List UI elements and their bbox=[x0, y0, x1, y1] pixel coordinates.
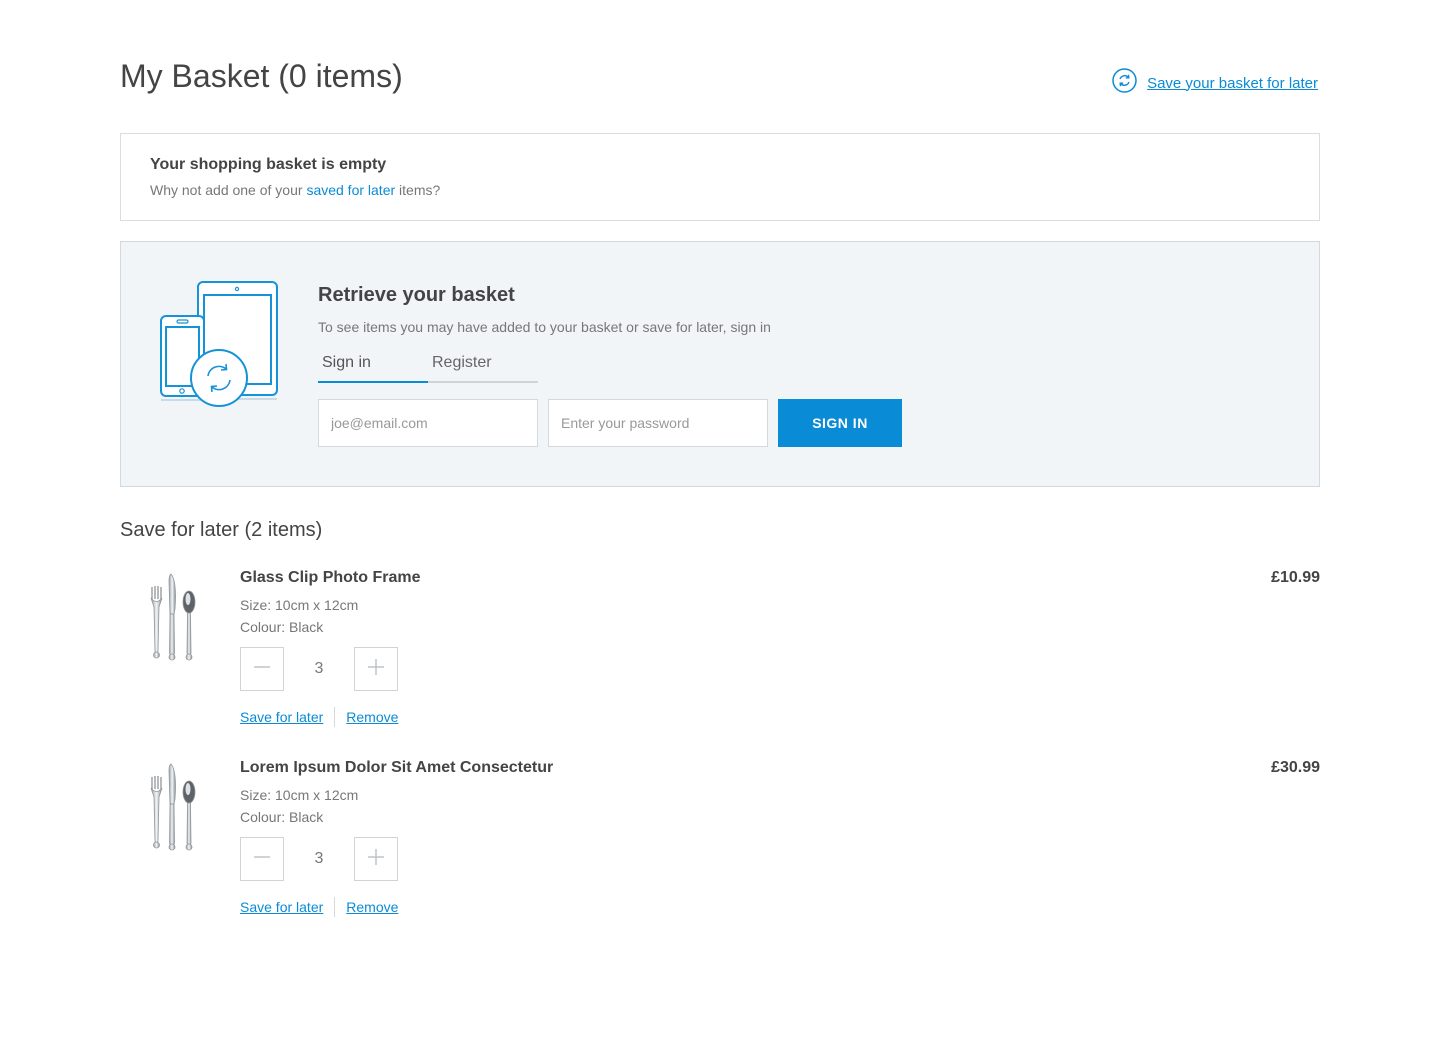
save-for-later-link[interactable]: Save for later bbox=[240, 709, 323, 725]
item-actions: Save for later Remove bbox=[240, 897, 398, 917]
quantity-increase-button[interactable] bbox=[354, 647, 398, 691]
save-basket-link[interactable]: Save your basket for later bbox=[1112, 68, 1318, 98]
save-basket-label[interactable]: Save your basket for later bbox=[1147, 75, 1318, 92]
empty-basket-text-after: items? bbox=[395, 182, 441, 198]
cutlery-icon bbox=[144, 569, 204, 669]
quantity-value[interactable]: 3 bbox=[284, 837, 354, 881]
plus-icon bbox=[367, 658, 385, 681]
sync-icon bbox=[1112, 68, 1137, 98]
devices-sync-icon bbox=[159, 280, 279, 415]
minus-icon bbox=[253, 848, 271, 871]
quantity-decrease-button[interactable] bbox=[240, 837, 284, 881]
sign-in-button[interactable]: SIGN IN bbox=[778, 399, 902, 447]
retrieve-basket-panel: Retrieve your basket To see items you ma… bbox=[120, 241, 1320, 487]
item-colour: Colour: Black bbox=[240, 809, 324, 825]
item-name[interactable]: Glass Clip Photo Frame bbox=[240, 569, 420, 587]
item-price: £10.99 bbox=[1271, 569, 1320, 586]
divider bbox=[334, 897, 336, 917]
empty-basket-text-before: Why not add one of your bbox=[150, 182, 307, 198]
item-price: £30.99 bbox=[1271, 759, 1320, 776]
email-input[interactable] bbox=[318, 399, 538, 447]
saved-for-later-link[interactable]: saved for later bbox=[306, 182, 395, 198]
minus-icon bbox=[253, 658, 271, 681]
auth-tabs: Sign in Register bbox=[318, 354, 538, 383]
page-title: My Basket (0 items) bbox=[120, 58, 403, 94]
item-actions: Save for later Remove bbox=[240, 707, 398, 727]
cutlery-icon bbox=[144, 759, 204, 859]
item-size: Size: 10cm x 12cm bbox=[240, 597, 359, 613]
tab-sign-in[interactable]: Sign in bbox=[318, 354, 428, 383]
quantity-increase-button[interactable] bbox=[354, 837, 398, 881]
remove-link[interactable]: Remove bbox=[346, 709, 398, 725]
saved-for-later-title: Save for later (2 items) bbox=[120, 519, 323, 541]
item-colour: Colour: Black bbox=[240, 619, 324, 635]
empty-basket-notice: Your shopping basket is empty Why not ad… bbox=[120, 133, 1320, 221]
divider bbox=[334, 707, 336, 727]
quantity-decrease-button[interactable] bbox=[240, 647, 284, 691]
retrieve-title: Retrieve your basket bbox=[318, 284, 515, 306]
empty-basket-title: Your shopping basket is empty bbox=[150, 156, 387, 173]
save-for-later-link[interactable]: Save for later bbox=[240, 899, 323, 915]
remove-link[interactable]: Remove bbox=[346, 899, 398, 915]
plus-icon bbox=[367, 848, 385, 871]
item-name[interactable]: Lorem Ipsum Dolor Sit Amet Consectetur bbox=[240, 759, 553, 777]
saved-item: Lorem Ipsum Dolor Sit Amet Consectetur £… bbox=[120, 759, 1320, 919]
password-input[interactable] bbox=[548, 399, 768, 447]
quantity-value[interactable]: 3 bbox=[284, 647, 354, 691]
saved-item: Glass Clip Photo Frame £10.99 Size: 10cm… bbox=[120, 569, 1320, 729]
item-size: Size: 10cm x 12cm bbox=[240, 787, 359, 803]
retrieve-subtitle: To see items you may have added to your … bbox=[318, 319, 771, 335]
tab-register[interactable]: Register bbox=[428, 354, 538, 383]
empty-basket-message: Why not add one of your saved for later … bbox=[150, 182, 1290, 198]
